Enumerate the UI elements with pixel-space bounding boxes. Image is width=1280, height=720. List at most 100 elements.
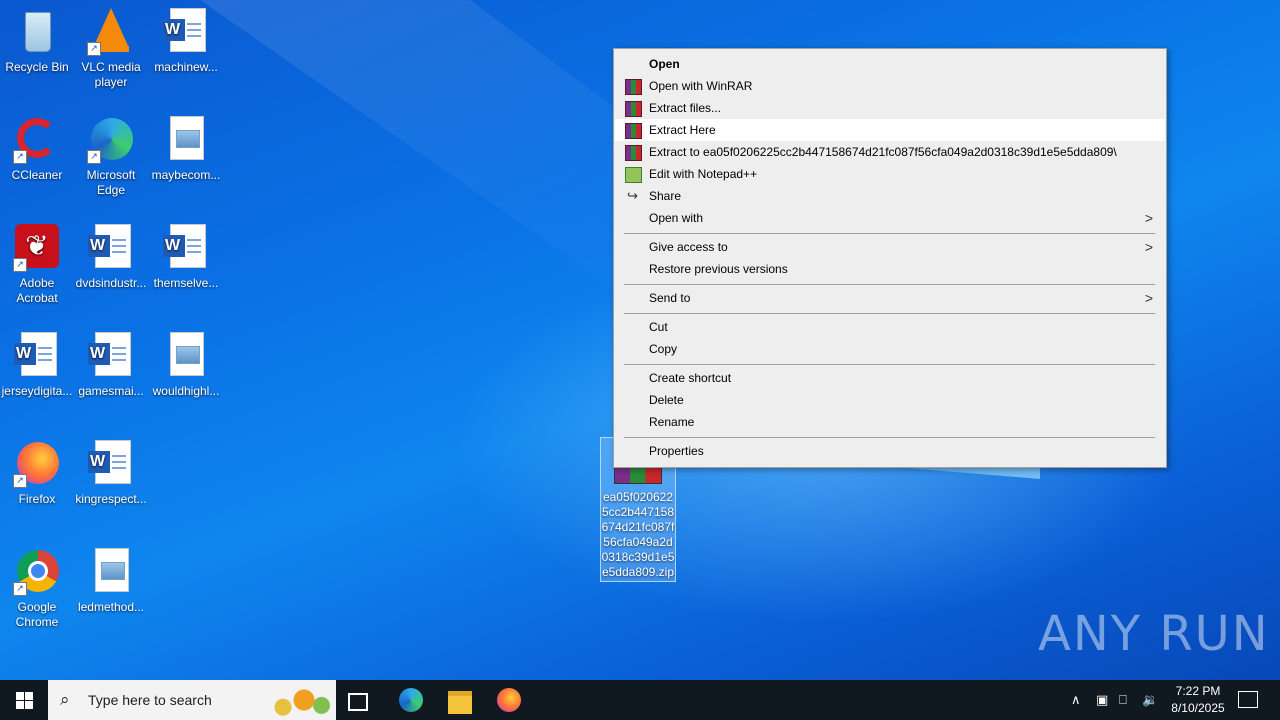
desktop-icon-themselve[interactable]: themselve... (149, 218, 223, 291)
menu-separator (624, 233, 1155, 234)
menu-item-extract-to[interactable]: Extract to ea05f0206225cc2b447158674d21f… (615, 141, 1165, 163)
desktop-icon-vlc[interactable]: ↗ VLC media player (74, 2, 148, 90)
winrar-icon (625, 123, 642, 139)
menu-item-open-with[interactable]: Open with > (615, 207, 1165, 229)
chevron-up-icon[interactable]: ∧ (1071, 692, 1081, 708)
clock-date: 8/10/2025 (1171, 701, 1225, 715)
icon-label: VLC media player (81, 60, 141, 89)
menu-item-send-to[interactable]: Send to > (615, 287, 1165, 309)
menu-item-extract-files[interactable]: Extract files... (615, 97, 1165, 119)
menu-item-extract-here[interactable]: Extract Here (615, 119, 1165, 141)
shortcut-arrow-icon: ↗ (13, 258, 27, 272)
menu-item-rename[interactable]: Rename (615, 411, 1165, 433)
image-document-icon (162, 332, 210, 380)
windows-logo-icon (16, 692, 24, 700)
menu-separator (624, 437, 1155, 438)
context-menu: Open Open with WinRAR Extract files... E… (613, 48, 1167, 468)
desktop-icon-gamesmai[interactable]: gamesmai... (74, 326, 148, 399)
taskbar-clock[interactable]: 7:22 PM 8/10/2025 (1160, 683, 1236, 717)
winrar-icon (625, 79, 642, 95)
watermark: ANY RUN (1038, 606, 1270, 662)
icon-label: CCleaner (11, 168, 63, 182)
shortcut-arrow-icon: ↗ (13, 582, 27, 596)
menu-item-delete[interactable]: Delete (615, 389, 1165, 411)
desktop-icon-ccleaner[interactable]: ↗ CCleaner (0, 110, 74, 183)
firefox-taskbar-icon[interactable] (497, 688, 521, 712)
shortcut-arrow-icon: ↗ (13, 150, 27, 164)
desktop-icon-dvdsindustr[interactable]: dvdsindustr... (74, 218, 148, 291)
desktop-icon-google-chrome[interactable]: ↗ Google Chrome (0, 542, 74, 630)
icon-label: ea05f0206225cc2b447158674d21fc087f56cfa0… (601, 490, 675, 579)
icon-label: Adobe Acrobat (16, 276, 58, 305)
menu-item-share[interactable]: ↪ Share (615, 185, 1165, 207)
start-button[interactable] (0, 680, 48, 720)
taskbar-search-box[interactable]: ⌕ Type here to search (48, 680, 336, 720)
icon-label: Google Chrome (15, 600, 59, 629)
desktop-icon-recycle-bin[interactable]: Recycle Bin (0, 2, 74, 75)
icon-label: maybecom... (151, 168, 221, 182)
winrar-icon (625, 145, 642, 161)
word-document-icon (13, 332, 61, 380)
icon-label: machinew... (154, 60, 218, 74)
vlc-icon: ↗ (87, 8, 135, 56)
task-view-icon[interactable] (348, 693, 368, 711)
menu-item-properties[interactable]: Properties (615, 440, 1165, 462)
image-document-icon (162, 116, 210, 164)
taskbar: ⌕ Type here to search ∧ ▣ ⎕ 🔉 7:22 PM 8/… (0, 680, 1280, 720)
clock-time: 7:22 PM (1175, 684, 1221, 698)
acrobat-icon: ❦ ↗ (13, 224, 61, 272)
icon-label: jerseydigita... (1, 384, 73, 398)
desktop: Recycle Bin ↗ CCleaner ❦ ↗ Adobe Acrobat… (0, 0, 1280, 680)
shortcut-arrow-icon: ↗ (87, 42, 101, 56)
desktop-icon-kingrespect[interactable]: kingrespect... (74, 434, 148, 507)
notepadpp-icon (625, 167, 642, 183)
desktop-icon-maybecom[interactable]: maybecom... (149, 110, 223, 183)
meet-now-icon[interactable]: ▣ (1096, 692, 1108, 708)
search-placeholder: Type here to search (88, 692, 212, 708)
menu-item-restore-previous-versions[interactable]: Restore previous versions (615, 258, 1165, 280)
desktop-icon-adobe-acrobat[interactable]: ❦ ↗ Adobe Acrobat (0, 218, 74, 306)
shortcut-arrow-icon: ↗ (87, 150, 101, 164)
chevron-right-icon: > (1144, 290, 1153, 306)
desktop-icon-jerseydigita[interactable]: jerseydigita... (0, 326, 74, 399)
icon-label: ledmethod... (77, 600, 145, 614)
menu-item-edit-with-notepadpp[interactable]: Edit with Notepad++ (615, 163, 1165, 185)
menu-item-copy[interactable]: Copy (615, 338, 1165, 360)
shortcut-arrow-icon: ↗ (13, 474, 27, 488)
word-document-icon (87, 332, 135, 380)
edge-icon: ↗ (87, 116, 135, 164)
notification-icon[interactable] (1238, 691, 1258, 708)
chrome-icon: ↗ (13, 548, 61, 596)
icon-label: Firefox (18, 492, 56, 506)
desktop-icon-machinew[interactable]: machinew... (149, 2, 223, 75)
desktop-icon-wouldhighl[interactable]: wouldhighl... (149, 326, 223, 399)
icon-label: gamesmai... (78, 384, 144, 398)
desktop-icon-ledmethod[interactable]: ledmethod... (74, 542, 148, 615)
image-document-icon (87, 548, 135, 596)
icon-label: dvdsindustr... (75, 276, 147, 290)
menu-item-cut[interactable]: Cut (615, 316, 1165, 338)
volume-icon[interactable]: 🔉 (1142, 692, 1158, 708)
icon-label: kingrespect... (75, 492, 147, 506)
menu-item-give-access-to[interactable]: Give access to > (615, 236, 1165, 258)
recycle-bin-icon (13, 8, 61, 56)
menu-item-open[interactable]: Open (615, 53, 1165, 75)
search-icon: ⌕ (60, 690, 70, 709)
desktop-icon-microsoft-edge[interactable]: ↗ Microsoft Edge (74, 110, 148, 198)
word-document-icon (162, 224, 210, 272)
chevron-right-icon: > (1144, 239, 1153, 255)
menu-item-open-with-winrar[interactable]: Open with WinRAR (615, 75, 1165, 97)
network-icon[interactable]: ⎕ (1119, 692, 1127, 708)
menu-separator (624, 284, 1155, 285)
edge-taskbar-icon[interactable] (399, 688, 423, 712)
word-document-icon (162, 8, 210, 56)
search-highlight-illustration (262, 682, 332, 718)
icon-label: Recycle Bin (5, 60, 69, 74)
icon-label: wouldhighl... (152, 384, 220, 398)
file-explorer-icon[interactable] (448, 691, 472, 714)
desktop-icon-firefox[interactable]: ↗ Firefox (0, 434, 74, 507)
ccleaner-icon: ↗ (13, 116, 61, 164)
firefox-icon: ↗ (13, 440, 61, 488)
menu-item-create-shortcut[interactable]: Create shortcut (615, 367, 1165, 389)
menu-separator (624, 313, 1155, 314)
